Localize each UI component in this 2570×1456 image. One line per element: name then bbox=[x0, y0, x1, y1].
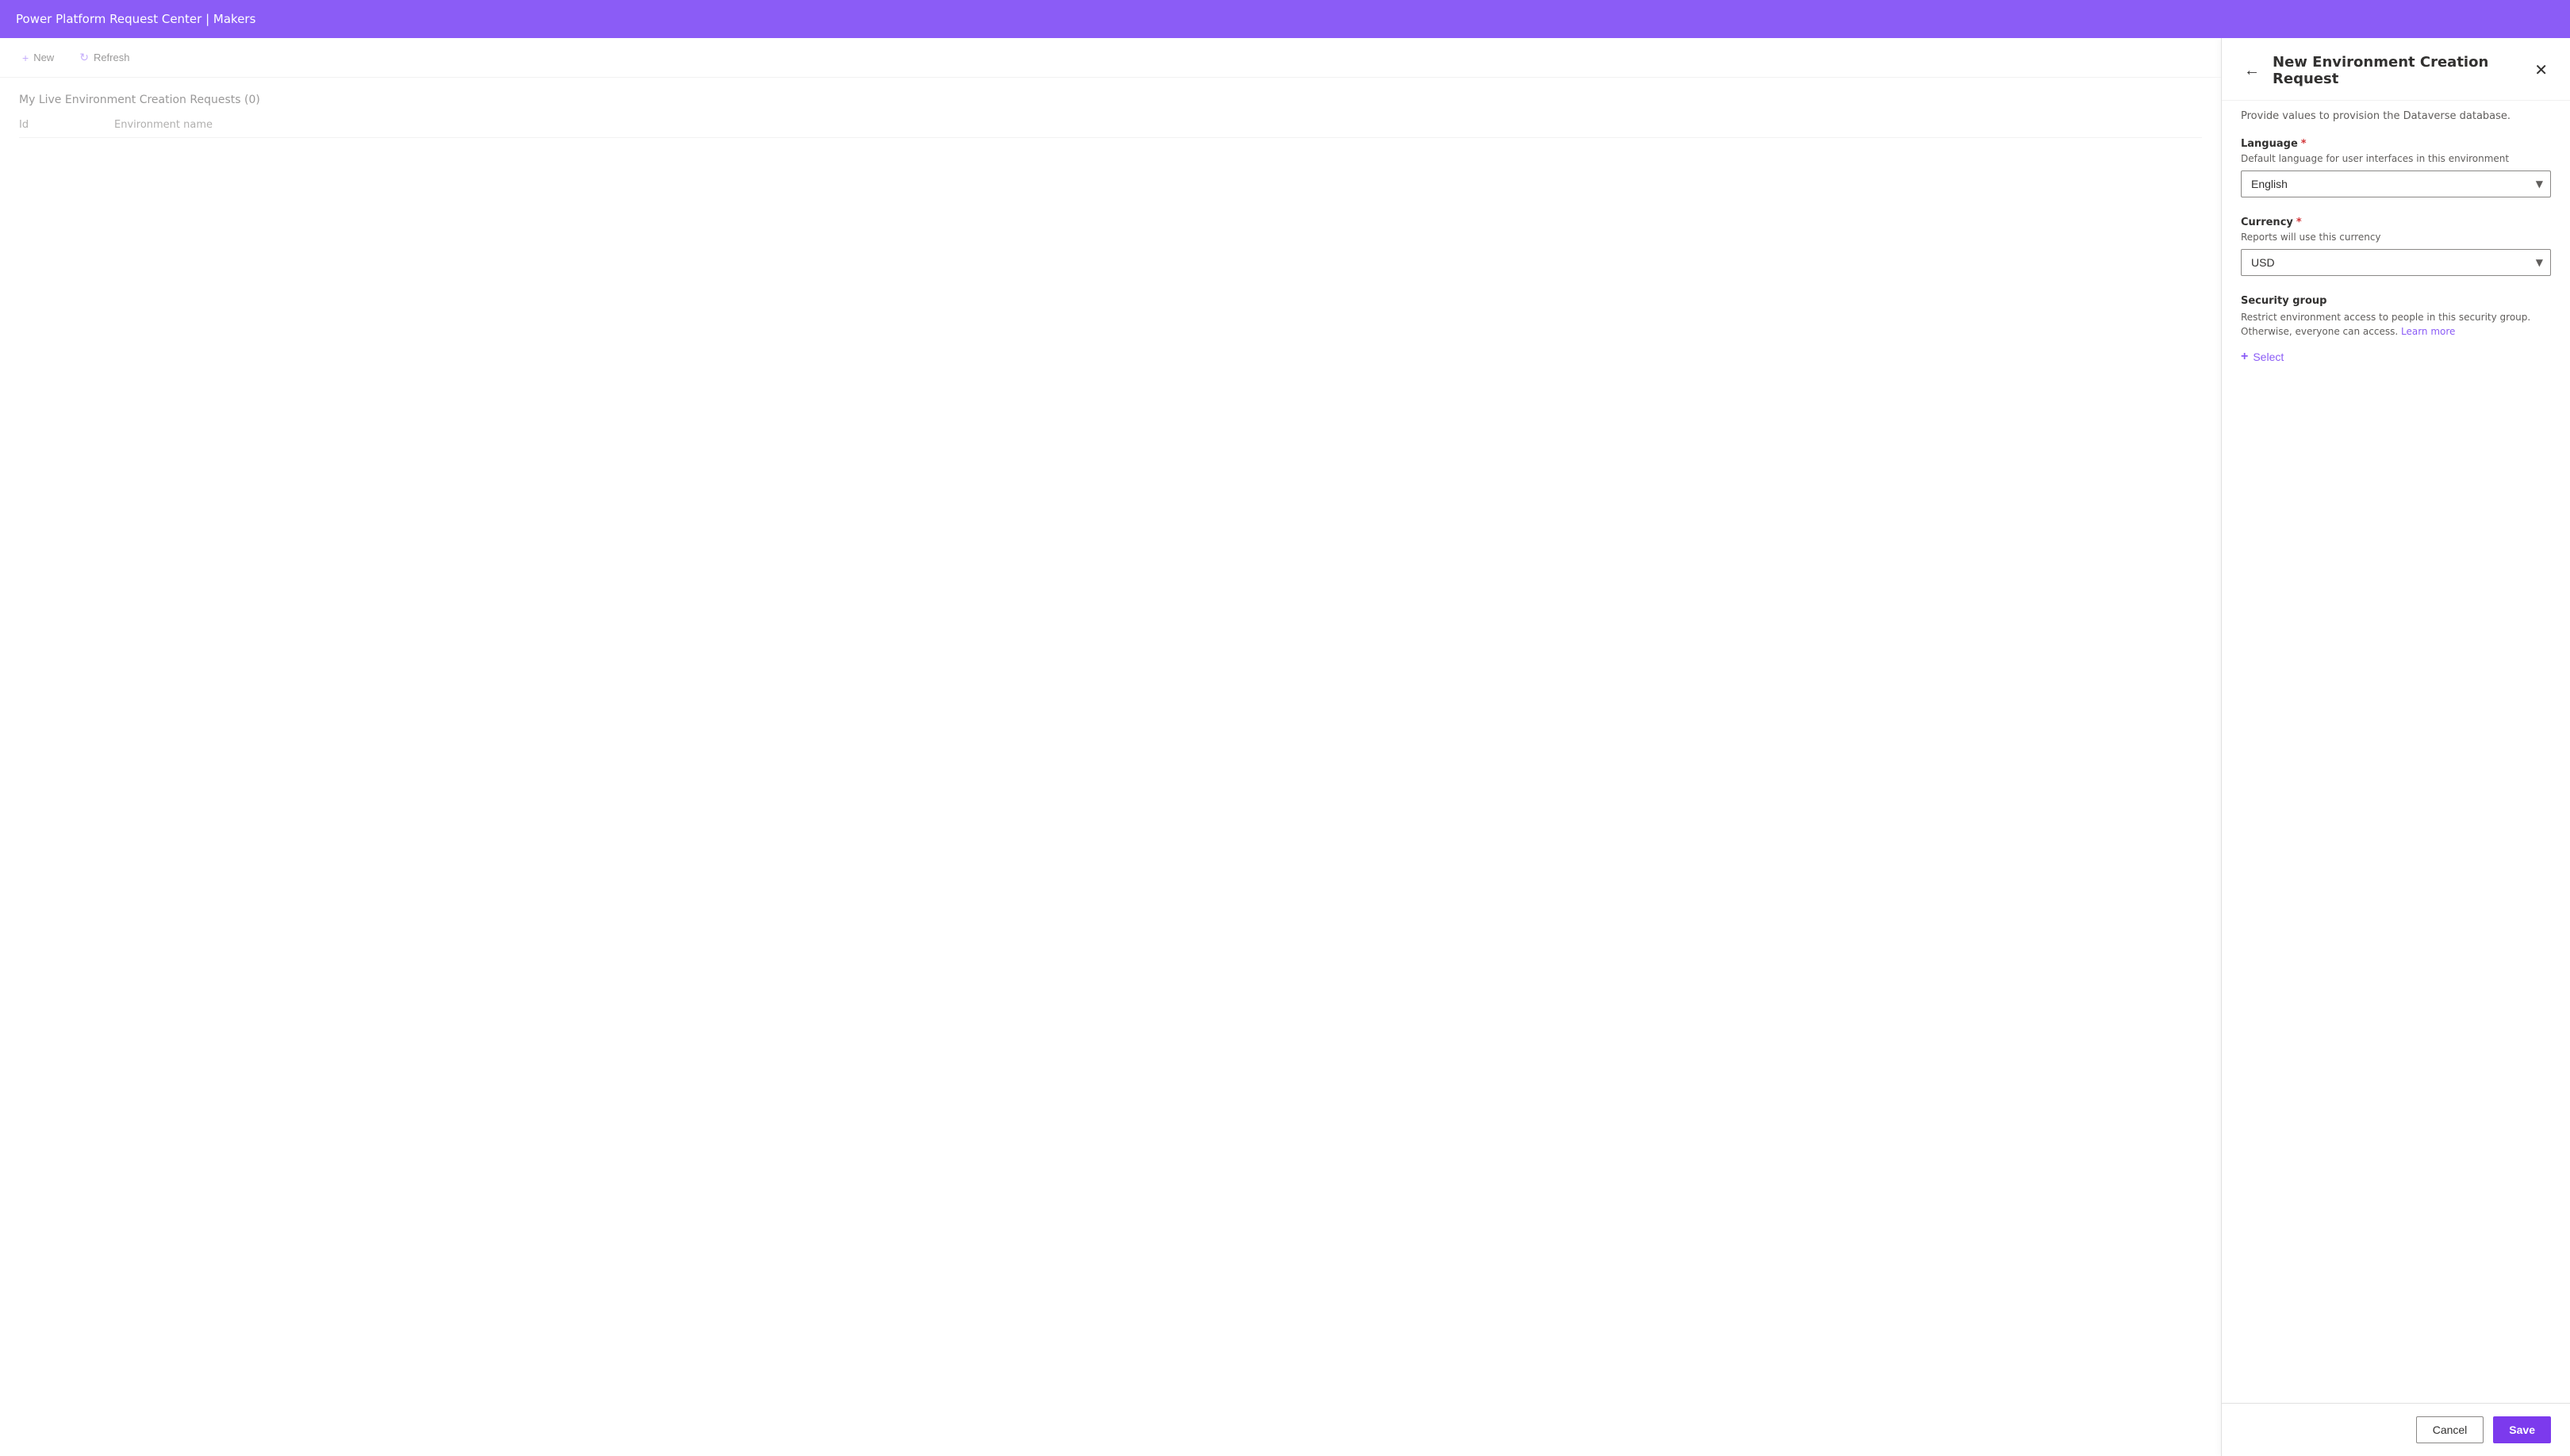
drawer-header-left: ← New Environment Creation Request bbox=[2241, 54, 2531, 87]
select-plus-icon: + bbox=[2241, 350, 2248, 364]
top-bar: Power Platform Request Center | Makers bbox=[0, 0, 2570, 38]
app-title: Power Platform Request Center | Makers bbox=[16, 12, 255, 26]
drawer-header: ← New Environment Creation Request ✕ bbox=[2222, 38, 2570, 101]
refresh-button-label: Refresh bbox=[94, 52, 130, 63]
currency-select[interactable]: USD EUR GBP JPY CAD AUD bbox=[2241, 249, 2551, 276]
save-button[interactable]: Save bbox=[2493, 1416, 2551, 1443]
language-form-group: Language * Default language for user int… bbox=[2241, 138, 2551, 197]
language-select-wrapper: English Spanish French German Japanese C… bbox=[2241, 171, 2551, 197]
refresh-icon: ↻ bbox=[79, 51, 89, 64]
close-button[interactable]: ✕ bbox=[2531, 59, 2551, 82]
language-select[interactable]: English Spanish French German Japanese C… bbox=[2241, 171, 2551, 197]
language-description: Default language for user interfaces in … bbox=[2241, 153, 2551, 164]
security-group-select-button[interactable]: + Select bbox=[2241, 347, 2284, 367]
drawer-body: Language * Default language for user int… bbox=[2222, 122, 2570, 1403]
select-button-label: Select bbox=[2253, 351, 2284, 363]
security-group-form-group: Security group Restrict environment acce… bbox=[2241, 295, 2551, 367]
drawer-title: New Environment Creation Request bbox=[2273, 54, 2531, 87]
drawer-subtitle: Provide values to provision the Datavers… bbox=[2222, 101, 2570, 122]
plus-icon: + bbox=[22, 52, 29, 64]
new-button-label: New bbox=[33, 52, 54, 63]
security-group-description: Restrict environment access to people in… bbox=[2241, 310, 2551, 339]
drawer-footer: Cancel Save bbox=[2222, 1403, 2570, 1456]
column-env-name: Environment name bbox=[114, 119, 2202, 131]
section-title: My Live Environment Creation Requests (0… bbox=[19, 94, 2202, 106]
close-icon: ✕ bbox=[2534, 62, 2548, 79]
language-required-star: * bbox=[2301, 138, 2307, 150]
refresh-button[interactable]: ↻ Refresh bbox=[70, 46, 139, 69]
currency-description: Reports will use this currency bbox=[2241, 232, 2551, 243]
table-header: Id Environment name bbox=[19, 119, 2202, 138]
column-id: Id bbox=[19, 119, 114, 131]
currency-required-star: * bbox=[2296, 216, 2302, 228]
currency-select-wrapper: USD EUR GBP JPY CAD AUD ▼ bbox=[2241, 249, 2551, 276]
security-group-label: Security group bbox=[2241, 295, 2551, 307]
back-icon: ← bbox=[2244, 62, 2260, 79]
cancel-button[interactable]: Cancel bbox=[2416, 1416, 2484, 1443]
currency-form-group: Currency * Reports will use this currenc… bbox=[2241, 216, 2551, 276]
left-panel: + New ↻ Refresh My Live Environment Crea… bbox=[0, 38, 2221, 1456]
new-button[interactable]: + New bbox=[13, 47, 63, 69]
toolbar: + New ↻ Refresh bbox=[0, 38, 2221, 78]
back-button[interactable]: ← bbox=[2241, 59, 2263, 82]
language-label: Language * bbox=[2241, 138, 2551, 150]
content-area: My Live Environment Creation Requests (0… bbox=[0, 78, 2221, 1456]
currency-label: Currency * bbox=[2241, 216, 2551, 228]
right-panel: ← New Environment Creation Request ✕ Pro… bbox=[2221, 38, 2570, 1456]
main-layout: + New ↻ Refresh My Live Environment Crea… bbox=[0, 38, 2570, 1456]
learn-more-link[interactable]: Learn more bbox=[2401, 326, 2455, 337]
